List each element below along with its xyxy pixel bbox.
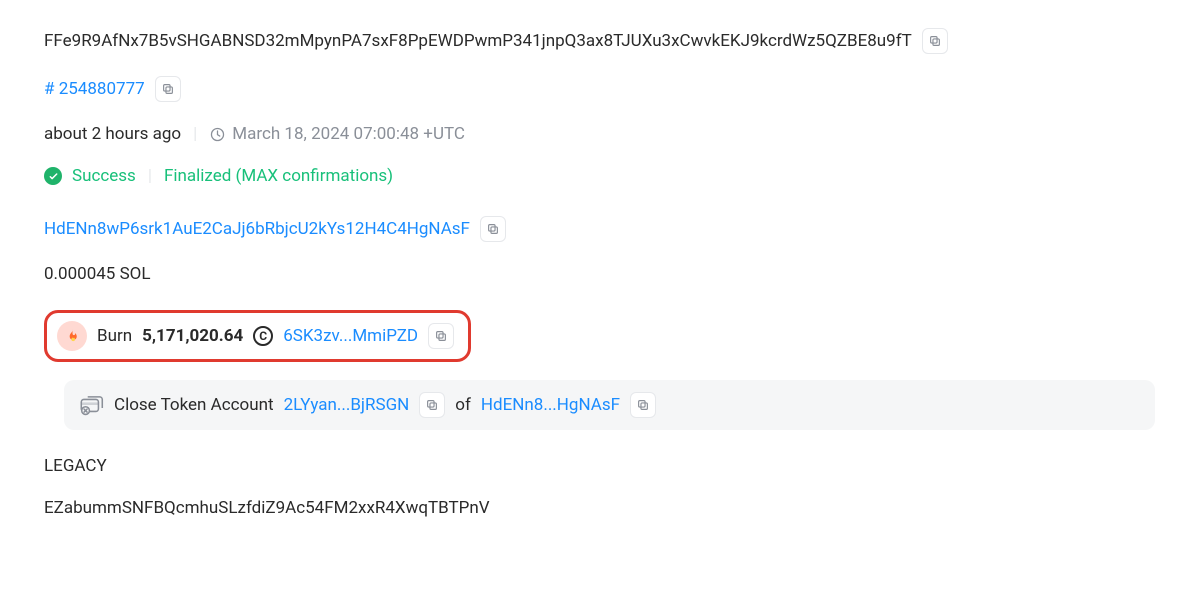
copy-fee-payer-button[interactable] [480,216,506,242]
fire-icon [64,327,81,346]
tx-status: Success [72,166,136,186]
slot-prefix: # [44,79,59,99]
close-label: Close Token Account [114,395,274,415]
check-icon [48,171,59,182]
close-token-account-row: Close Token Account 2LYyan...BjRSGN of H… [64,380,1155,430]
fee-payer-link[interactable]: HdENn8wP6srk1AuE2CaJj6bRbjcU2kYs12H4C4Hg… [44,219,470,239]
clock-icon [209,126,226,143]
copy-signature-button[interactable] [922,28,948,54]
burn-amount: 5,171,020.64 [142,326,243,346]
tx-age: about 2 hours ago [44,124,181,144]
tx-signature: FFe9R9AfNx7B5vSHGABNSD32mMpynPA7sxF8PpEW… [44,31,912,51]
copy-close-account-button[interactable] [419,392,445,418]
slot-number: 254880777 [59,79,145,99]
burn-highlight: Burn 5,171,020.64 C 6SK3zv...MmiPZD [44,310,471,362]
copy-icon [161,82,175,96]
close-account-icon [80,394,104,416]
copy-icon [434,329,448,343]
success-badge [44,167,62,185]
close-account-link[interactable]: 2LYyan...BjRSGN [284,395,410,415]
address-lookup-table: EZabummSNFBQcmhuSLzfdiZ9Ac54FM2xxR4XwqTB… [44,498,490,518]
fire-badge [57,321,87,351]
close-of: of [455,395,471,415]
copy-slot-button[interactable] [155,76,181,102]
timestamp-group: March 18, 2024 07:00:48 +UTC [209,124,465,144]
token-coin-icon: C [253,326,273,346]
copy-close-owner-button[interactable] [630,392,656,418]
copy-icon [425,398,439,412]
copy-icon [928,34,942,48]
burn-token-link[interactable]: 6SK3zv...MmiPZD [283,326,418,346]
separator: | [191,124,199,144]
tx-version: LEGACY [44,456,107,476]
burn-label: Burn [97,326,132,346]
copy-icon [486,222,500,236]
tx-timestamp: March 18, 2024 07:00:48 +UTC [232,124,465,144]
copy-icon [636,398,650,412]
tx-confirmations: Finalized (MAX confirmations) [164,166,393,186]
tx-fee: 0.000045 SOL [44,264,151,284]
separator: | [146,166,154,186]
copy-burn-token-button[interactable] [428,323,454,349]
close-owner-link[interactable]: HdENn8...HgNAsF [481,395,620,415]
slot-link[interactable]: # 254880777 [44,79,145,99]
